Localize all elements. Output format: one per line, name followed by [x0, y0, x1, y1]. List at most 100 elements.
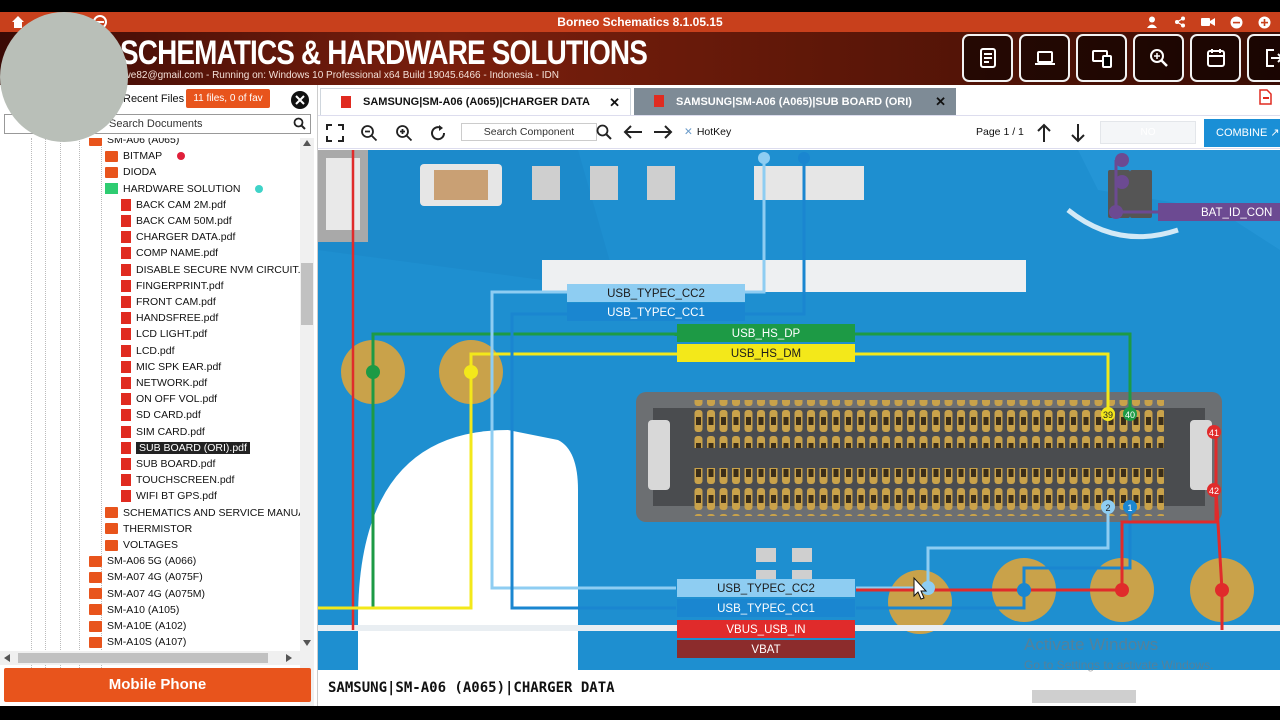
- tree-folder-item[interactable]: SM-A07 4G (A075M): [89, 586, 205, 602]
- hotkey-toggle[interactable]: ✕ HotKey: [684, 126, 731, 138]
- tree-folder-item[interactable]: SM-A07 4G (A075F): [89, 569, 203, 585]
- previous-result-icon[interactable]: [623, 124, 643, 145]
- app-window: Borneo Schematics 8.1.05.15 SCHEMATICS &…: [0, 0, 1280, 720]
- tree-item-label: MIC SPK EAR.pdf: [136, 360, 222, 373]
- tree-file-item[interactable]: SD CARD.pdf: [121, 407, 201, 423]
- pdf-export-icon[interactable]: [1258, 89, 1272, 110]
- tree-file-item[interactable]: COMP NAME.pdf: [121, 245, 218, 261]
- tree-item-label: COMP NAME.pdf: [136, 247, 219, 260]
- tree-file-item[interactable]: LCD LIGHT.pdf: [121, 326, 207, 342]
- close-tab-icon[interactable]: ✕: [935, 94, 946, 110]
- pdf-file-icon: [121, 393, 131, 406]
- laptop-button[interactable]: [1019, 34, 1070, 82]
- folder-icon: [89, 555, 102, 567]
- video-icon[interactable]: [1200, 14, 1216, 30]
- tree-item-label: SUB BOARD.pdf: [136, 458, 216, 470]
- tree-item-label: BITMAP: [123, 150, 163, 163]
- combine-button[interactable]: COMBINE ↗: [1204, 119, 1280, 147]
- viewer-horizontal-scrollbar[interactable]: [318, 688, 1280, 706]
- zoom-search-button[interactable]: [1133, 34, 1184, 82]
- tree-folder-item[interactable]: SM-A06 5G (A066): [89, 553, 196, 569]
- page-down-icon[interactable]: [1070, 123, 1086, 148]
- exit-button[interactable]: [1247, 34, 1280, 82]
- svg-text:42: 42: [1209, 486, 1219, 496]
- pdf-file-icon: [121, 328, 131, 341]
- tree-file-item[interactable]: WIFI BT GPS.pdf: [121, 488, 217, 504]
- share-icon[interactable]: [1172, 14, 1188, 30]
- search-component-icon[interactable]: [596, 124, 612, 145]
- document-list-button[interactable]: [962, 34, 1013, 82]
- maximize-icon[interactable]: [1256, 14, 1272, 30]
- sidebar-hscroll-thumb[interactable]: [18, 653, 268, 663]
- pdf-file-icon: [121, 296, 131, 308]
- tree-folder-item[interactable]: SM-A10S (A107): [89, 634, 186, 650]
- tree-item-label: SM-A06 5G (A066): [107, 555, 197, 568]
- top-strip: [0, 0, 1280, 12]
- sidebar-vertical-scrollbar[interactable]: [300, 138, 314, 716]
- tree-folder-item[interactable]: SCHEMATICS AND SERVICE MANUAL: [105, 505, 300, 521]
- user-icon[interactable]: [1144, 14, 1160, 30]
- hotkey-checkbox-icon[interactable]: ✕: [684, 126, 693, 138]
- rotate-icon[interactable]: [429, 124, 447, 147]
- viewer-scroll-thumb[interactable]: [1032, 690, 1136, 703]
- close-tab-icon[interactable]: ✕: [609, 95, 620, 111]
- pdf-file-icon: [121, 312, 131, 325]
- devices-button[interactable]: [1076, 34, 1127, 82]
- tree-item-label: SD CARD.pdf: [136, 409, 201, 422]
- tree-item-label: SIM CARD.pdf: [136, 425, 205, 438]
- tree-file-item[interactable]: FRONT CAM.pdf: [121, 294, 216, 310]
- page-up-icon[interactable]: [1036, 123, 1052, 148]
- page-number-field[interactable]: NO: [1100, 121, 1196, 144]
- tree-item-label: CHARGER DATA.pdf: [136, 231, 236, 244]
- next-result-icon[interactable]: [653, 124, 673, 145]
- search-icon[interactable]: [293, 117, 306, 135]
- minimize-icon[interactable]: [1228, 14, 1244, 30]
- page-indicator: Page 1 / 1: [976, 126, 1024, 138]
- tree-file-item[interactable]: TOUCHSCREEN.pdf: [121, 472, 234, 488]
- tree-folder-item[interactable]: SM-A06 (A065): [89, 138, 179, 148]
- fullscreen-icon[interactable]: [326, 124, 344, 147]
- clear-recent-button[interactable]: [291, 91, 309, 109]
- calendar-icon: [1206, 49, 1225, 67]
- tree-folder-item[interactable]: THERMISTOR: [105, 521, 192, 537]
- tree-folder-item[interactable]: HARDWARE SOLUTION: [105, 181, 264, 197]
- tree-file-item[interactable]: BACK CAM 50M.pdf: [121, 213, 232, 229]
- close-icon: [295, 95, 305, 105]
- app-title: Borneo Schematics 8.1.05.15: [557, 15, 723, 29]
- tree-file-item[interactable]: BACK CAM 2M.pdf: [121, 197, 226, 213]
- schematic-canvas[interactable]: 39 40 41 42 2 1 USB_TYPEC_CC2 USB_TYPEC_…: [318, 150, 1280, 670]
- tree-folder-item[interactable]: SM-A10 (A105): [89, 602, 179, 618]
- tree-file-item[interactable]: MIC SPK EAR.pdf: [121, 359, 221, 375]
- tree-folder-item[interactable]: BITMAP: [105, 148, 186, 164]
- tree-file-item[interactable]: SUB BOARD (ORI).pdf: [121, 440, 250, 456]
- zoom-in-icon[interactable]: [395, 124, 413, 147]
- tree-file-item[interactable]: LCD.pdf: [121, 343, 175, 359]
- tree-item-label: BACK CAM 50M.pdf: [136, 215, 232, 227]
- tree-file-item[interactable]: ON OFF VOL.pdf: [121, 391, 217, 407]
- viewer-toolbar: Search Component ✕ HotKey Page 1 / 1 NO C…: [318, 115, 1280, 149]
- tree-file-item[interactable]: HANDSFREE.pdf: [121, 310, 218, 326]
- files-count-badge[interactable]: 11 files, 0 of fav: [186, 89, 270, 108]
- sidebar-horizontal-scrollbar[interactable]: [0, 651, 300, 665]
- tree-item-label: SM-A07 4G (A075M): [107, 587, 206, 600]
- tree-folder-item[interactable]: SM-A10E (A102): [89, 618, 186, 634]
- tab-sub-board-ori[interactable]: SAMSUNG|SM-A06 (A065)|SUB BOARD (ORI) ✕: [634, 88, 956, 115]
- schematic-viewer[interactable]: 39 40 41 42 2 1 USB_TYPEC_CC2 USB_TYPEC_…: [318, 150, 1280, 670]
- tree-file-item[interactable]: FINGERPRINT.pdf: [121, 278, 224, 294]
- tree-file-item[interactable]: NETWORK.pdf: [121, 375, 207, 391]
- search-component-input[interactable]: Search Component: [461, 123, 597, 141]
- tree-item-label: DIODA: [123, 166, 157, 179]
- tree-file-item[interactable]: DISABLE SECURE NVM CIRCUIT.p: [121, 262, 300, 278]
- tree-folder-item[interactable]: VOLTAGES: [105, 537, 178, 553]
- tab-charger-data[interactable]: SAMSUNG|SM-A06 (A065)|CHARGER DATA ✕: [320, 88, 631, 115]
- tree-file-item[interactable]: SUB BOARD.pdf: [121, 456, 215, 472]
- mobile-phone-button[interactable]: Mobile Phone: [4, 668, 311, 702]
- tree-item-label: TOUCHSCREEN.pdf: [136, 474, 235, 487]
- tree-folder-item[interactable]: DIODA: [105, 164, 156, 180]
- sidebar-scroll-thumb[interactable]: [301, 263, 313, 325]
- svg-text:USB_TYPEC_CC2: USB_TYPEC_CC2: [717, 583, 815, 595]
- calendar-button[interactable]: [1190, 34, 1241, 82]
- tree-file-item[interactable]: CHARGER DATA.pdf: [121, 229, 235, 245]
- zoom-out-icon[interactable]: [360, 124, 378, 147]
- tree-file-item[interactable]: SIM CARD.pdf: [121, 424, 205, 440]
